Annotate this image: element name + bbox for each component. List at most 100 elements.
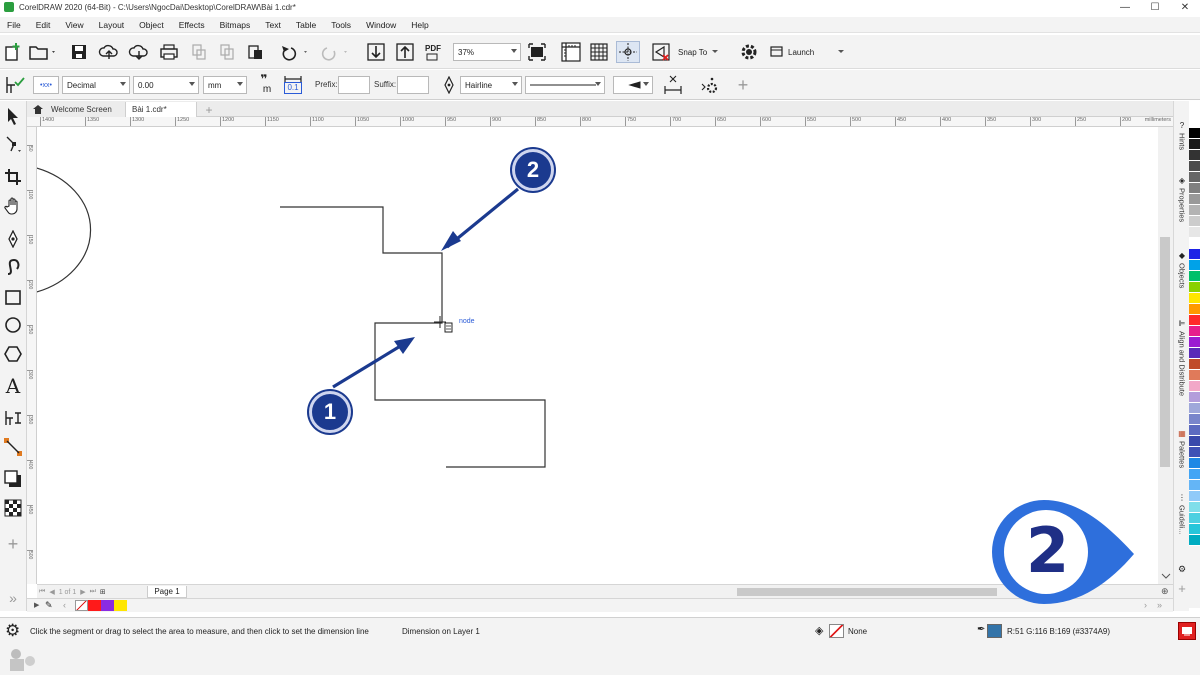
snap-off-icon[interactable] [650,41,672,63]
palette-swatch[interactable] [1189,359,1200,370]
palette-swatch[interactable] [1189,370,1200,381]
palette-swatch[interactable] [1189,403,1200,414]
docker-tab-objects[interactable]: ◆ Objects [1174,251,1190,288]
import-icon[interactable] [365,41,387,63]
docker-tab-guidelines[interactable]: ⋮ Guideli... [1174,493,1190,535]
prefix-input[interactable] [338,76,370,94]
minimize-button[interactable]: — [1110,0,1140,14]
artistic-media-icon[interactable] [2,256,24,278]
palette-swatch[interactable] [1189,271,1200,282]
palette-swatch[interactable] [1189,139,1200,150]
add-page-icon[interactable]: ⊞ [100,588,106,596]
undo-icon[interactable] [276,41,310,63]
cloud-upload-icon[interactable] [97,41,121,63]
line-style-select[interactable] [525,76,605,94]
dimension-text-position-icon[interactable]: 0.1 [280,73,306,97]
doc-palette-swatch[interactable] [101,600,114,611]
palette-swatch[interactable] [1189,260,1200,271]
palette-swatch[interactable] [1189,238,1200,249]
vertical-scroll-thumb[interactable] [1160,237,1170,467]
rectangle-tool-icon[interactable] [2,286,24,308]
previous-page-icon[interactable]: ◀ [49,588,54,596]
palette-play-icon[interactable]: ▶ [34,601,39,609]
menu-effects[interactable]: Effects [172,20,213,30]
page-1-tab[interactable]: Page 1 [147,586,187,598]
last-page-icon[interactable]: ⏭ [90,588,96,596]
add-docker-icon[interactable]: + [1174,581,1190,596]
palette-swatch[interactable] [1189,172,1200,183]
fill-none-swatch[interactable] [829,624,844,638]
show-grid-icon[interactable] [588,41,610,63]
new-document-icon[interactable] [2,41,24,63]
palette-expand-icon[interactable]: » [1157,600,1162,610]
drop-shadow-icon[interactable] [2,468,24,490]
palette-swatch[interactable] [1189,535,1200,546]
menu-tools[interactable]: Tools [324,20,359,30]
freehand-pen-icon[interactable] [2,228,24,250]
palette-swatch[interactable] [1189,491,1200,502]
doc-palette-swatch[interactable] [114,600,127,611]
palette-swatch[interactable] [1189,326,1200,337]
show-units-toggle[interactable]: ❞ m [252,73,276,97]
menu-object[interactable]: Object [132,20,172,30]
arrowhead-select[interactable] [613,76,653,94]
save-icon[interactable] [68,41,90,63]
tab-welcome-screen[interactable]: Welcome Screen [27,102,125,117]
palette-swatch[interactable] [1189,315,1200,326]
shape-tool-icon[interactable] [2,133,24,155]
cloud-download-icon[interactable] [127,41,151,63]
doc-palette-swatch[interactable] [88,600,101,611]
palette-swatch[interactable] [1189,183,1200,194]
crop-tool-icon[interactable] [2,166,24,188]
snap-to-dropdown[interactable]: Snap To [678,43,728,61]
palette-swatch[interactable] [1189,216,1200,227]
dimension-tool-icon[interactable] [2,407,24,429]
cut-icon[interactable] [188,41,210,63]
palette-swatch[interactable] [1189,304,1200,315]
scroll-down-icon[interactable] [1161,572,1171,580]
close-button[interactable]: ✕ [1170,0,1200,14]
show-guidelines-icon[interactable] [616,41,640,63]
units-select[interactable]: mm [203,76,247,94]
palette-swatch[interactable] [1189,425,1200,436]
paste-icon[interactable] [244,41,266,63]
precision-type-select[interactable]: Decimal [62,76,130,94]
menu-help[interactable]: Help [404,20,436,30]
options-gear-icon[interactable] [737,41,761,63]
palette-swatch[interactable] [1189,447,1200,458]
palette-right-icon[interactable]: › [1144,600,1147,610]
palette-swatch[interactable] [1189,227,1200,238]
palette-swatch[interactable] [1189,161,1200,172]
palette-swatch[interactable] [1189,414,1200,425]
connector-tool-icon[interactable] [2,436,24,458]
add-tool-icon[interactable]: + [2,533,24,555]
text-tool-icon[interactable]: A [2,374,24,398]
palette-swatch[interactable] [1189,502,1200,513]
palette-swatch[interactable] [1189,381,1200,392]
palette-swatch[interactable] [1189,128,1200,139]
publish-pdf-icon[interactable]: PDF [421,41,445,63]
full-screen-preview-icon[interactable] [526,41,548,63]
maximize-button[interactable]: ☐ [1140,0,1170,14]
tab-bai-1[interactable]: Bài 1.cdr* [125,102,197,117]
precision-select[interactable]: 0.00 [133,76,199,94]
palette-swatch[interactable] [1189,249,1200,260]
palette-swatch[interactable] [1189,282,1200,293]
expand-toolbox-icon[interactable]: » [2,587,24,609]
docker-tab-palettes[interactable]: ▦ Palettes [1174,429,1190,468]
no-color-swatch[interactable] [75,600,88,611]
palette-left-icon[interactable]: ‹ [63,600,66,610]
outline-width-select[interactable]: Hairline [460,76,522,94]
palette-swatch[interactable] [1189,469,1200,480]
redo-icon[interactable] [316,41,350,63]
zoom-level-select[interactable]: 37% [453,43,521,61]
palette-swatch[interactable] [1189,194,1200,205]
docker-tab-align-distribute[interactable]: ⊫ Align and Distribute [1174,319,1190,396]
menu-layout[interactable]: Layout [92,20,133,30]
launch-dropdown[interactable]: Launch [770,43,850,61]
menu-window[interactable]: Window [359,20,404,30]
docker-tab-properties[interactable]: ◈ Properties [1174,176,1190,222]
copy-icon[interactable] [216,41,238,63]
menu-text[interactable]: Text [258,20,289,30]
outline-pen-icon[interactable] [441,75,457,95]
